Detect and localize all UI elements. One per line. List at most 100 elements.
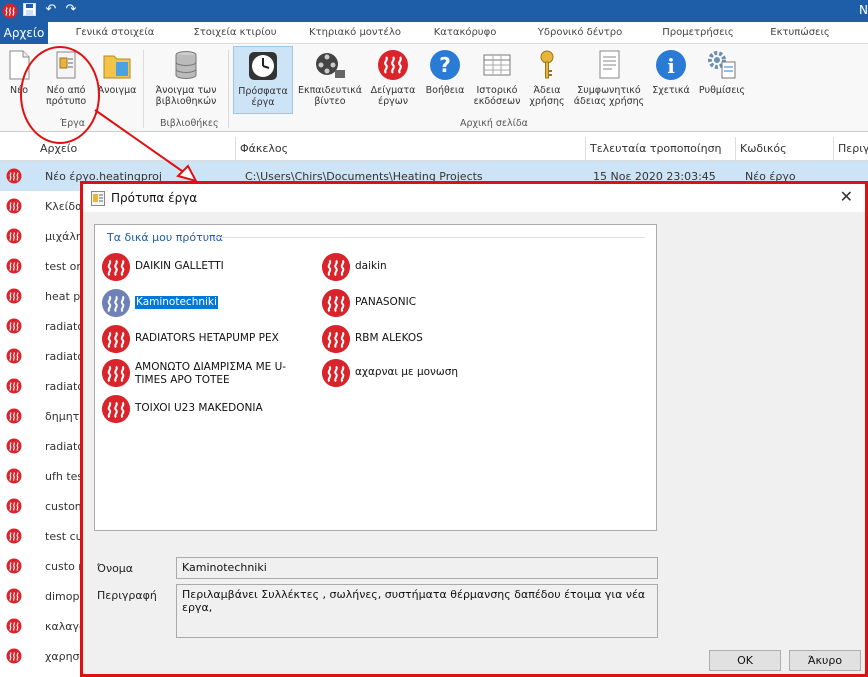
open-libraries-button[interactable]: Άνοιγμα των βιβλιοθηκών	[150, 48, 222, 107]
app-logo-icon[interactable]	[2, 3, 18, 22]
template-item[interactable]: DAIKIN GALLETTI	[101, 252, 311, 284]
heating-logo-icon	[6, 258, 22, 277]
row-file-name: χαρησι	[45, 650, 84, 663]
dialog-title: Πρότυπα έργα	[111, 191, 198, 205]
template-item[interactable]: daikin	[321, 252, 521, 284]
license-label-2: χρήσης	[529, 96, 565, 107]
template-item[interactable]: RADIATORS HETAPUMP PEX	[101, 324, 311, 356]
sample-projects-button[interactable]: Δείγματα έργων	[365, 48, 421, 107]
recent-projects-button[interactable]: Πρόσφατα έργα	[233, 46, 293, 114]
heating-logo-icon	[101, 288, 131, 322]
version-history-button[interactable]: Ιστορικό εκδόσεων	[468, 48, 526, 107]
template-item[interactable]: RBM ALEKOS	[321, 324, 521, 356]
tab-building-data[interactable]: Στοιχεία κτιρίου	[180, 22, 290, 44]
heating-logo-icon	[101, 394, 131, 428]
tab-general[interactable]: Γενικά στοιχεία	[60, 22, 170, 44]
title-bar: ↶ ↷ N	[0, 0, 868, 22]
open-libraries-label-1: Άνοιγμα των	[155, 85, 217, 96]
ok-button[interactable]: OK	[709, 650, 781, 671]
heating-logo-icon	[6, 228, 22, 247]
heating-logo-icon	[6, 378, 22, 397]
version-history-label-1: Ιστορικό	[476, 85, 518, 96]
row-file-name: radiato	[45, 440, 85, 453]
template-item[interactable]: Kaminotechniki	[101, 288, 311, 320]
help-button[interactable]: ? Βοήθεια	[423, 48, 467, 96]
col-header-code[interactable]: Κωδικός	[740, 142, 787, 155]
template-label: PANASONIC	[355, 296, 417, 308]
training-videos-button[interactable]: Εκπαιδευτικά βίντεο	[297, 48, 363, 107]
template-label: DAIKIN GALLETTI	[135, 260, 224, 272]
annotation-circle	[20, 46, 100, 144]
close-icon[interactable]: ✕	[840, 187, 853, 206]
heating-logo-icon	[6, 558, 22, 577]
dialog-title-bar: Πρότυπα έργα ✕	[83, 184, 865, 212]
undo-icon[interactable]: ↶	[44, 3, 58, 17]
open-button[interactable]: Άνοιγμα	[94, 48, 140, 96]
recent-projects-label-2: έργα	[251, 97, 275, 108]
tab-building-model[interactable]: Κτηριακό μοντέλο	[300, 22, 410, 44]
template-item[interactable]: TOIXOI U23 MAKEDONIA	[101, 394, 311, 426]
group-divider	[215, 237, 645, 238]
heating-logo-icon	[6, 498, 22, 517]
tab-measurements[interactable]: Προμετρήσεις	[648, 22, 748, 44]
heating-logo-icon	[321, 358, 351, 392]
tab-prints[interactable]: Εκτυπώσεις	[755, 22, 845, 44]
sample-projects-label-1: Δείγματα	[370, 85, 416, 96]
about-label: Σχετικά	[652, 85, 690, 96]
heating-logo-icon	[6, 348, 22, 367]
heating-logo-icon	[6, 648, 22, 667]
open-button-label: Άνοιγμα	[97, 85, 137, 96]
heating-logo-icon	[6, 168, 22, 187]
info-icon: i	[656, 50, 686, 80]
tab-vertical[interactable]: Κατακόρυφο	[420, 22, 510, 44]
col-header-folder[interactable]: Φάκελος	[240, 142, 288, 155]
heating-logo-icon	[6, 588, 22, 607]
license-document-icon	[599, 50, 620, 79]
settings-button[interactable]: Ρυθμίσεις	[696, 48, 748, 96]
template-item[interactable]: αχαρναι με μονωση	[321, 358, 521, 390]
cancel-button[interactable]: Άκυρο	[789, 650, 861, 671]
license-agreement-button[interactable]: Συμφωνητικό άδειας χρήσης	[570, 48, 648, 107]
open-folder-icon	[103, 55, 131, 79]
name-field[interactable]: Kaminotechniki	[176, 557, 658, 579]
settings-label: Ρυθμίσεις	[698, 85, 746, 96]
heating-logo-icon	[6, 468, 22, 487]
heating-logo-icon	[101, 358, 131, 392]
heating-logo-icon	[6, 408, 22, 427]
tab-file[interactable]: Αρχείο	[0, 22, 48, 44]
heating-logo-icon	[378, 50, 408, 80]
key-icon	[540, 50, 554, 79]
heating-logo-icon	[6, 438, 22, 457]
svg-text:?: ?	[439, 53, 451, 77]
template-label: TOIXOI U23 MAKEDONIA	[135, 402, 263, 414]
row-file-name: radiato	[45, 350, 85, 363]
save-icon[interactable]	[22, 3, 36, 17]
heating-logo-icon	[321, 324, 351, 358]
license-label-1: Άδεια	[533, 85, 561, 96]
settings-icon	[708, 51, 736, 79]
col-separator	[235, 137, 236, 161]
license-button[interactable]: Άδεια χρήσης	[527, 48, 567, 107]
recent-projects-label-1: Πρόσφατα	[238, 86, 288, 97]
template-item[interactable]: ΑΜΟΝΩΤΟ ΔΙΑΜΡΙΣΜΑ ΜΕ U-TIMES APO TOTEE	[101, 358, 311, 390]
training-videos-label-2: βίντεο	[314, 96, 346, 107]
tab-hydronic-tree[interactable]: Υδρονικό δέντρο	[525, 22, 635, 44]
license-agreement-label-2: άδειας χρήσης	[573, 96, 645, 107]
redo-icon[interactable]: ↷	[64, 3, 78, 17]
heating-logo-icon	[6, 288, 22, 307]
col-header-description[interactable]: Περιγ	[838, 142, 868, 155]
database-icon	[175, 51, 197, 80]
window-title: N	[859, 3, 868, 17]
template-label: αχαρναι με μονωση	[355, 366, 459, 378]
template-item[interactable]: PANASONIC	[321, 288, 521, 320]
heating-logo-icon	[6, 618, 22, 637]
help-icon: ?	[430, 50, 460, 80]
templates-panel: Τα δικά μου πρότυπα DAIKIN GALLETTI Kamin…	[94, 224, 657, 531]
about-button[interactable]: i Σχετικά	[650, 48, 692, 96]
template-label: Kaminotechniki	[135, 296, 218, 309]
open-libraries-label-2: βιβλιοθηκών	[155, 96, 217, 107]
description-field[interactable]: Περιλαμβάνει Συλλέκτες , σωλήνες, συστήμ…	[176, 584, 658, 638]
col-header-modified[interactable]: Τελευταία τροποποίηση	[590, 142, 722, 155]
col-separator	[585, 137, 586, 161]
heating-logo-icon	[101, 324, 131, 358]
